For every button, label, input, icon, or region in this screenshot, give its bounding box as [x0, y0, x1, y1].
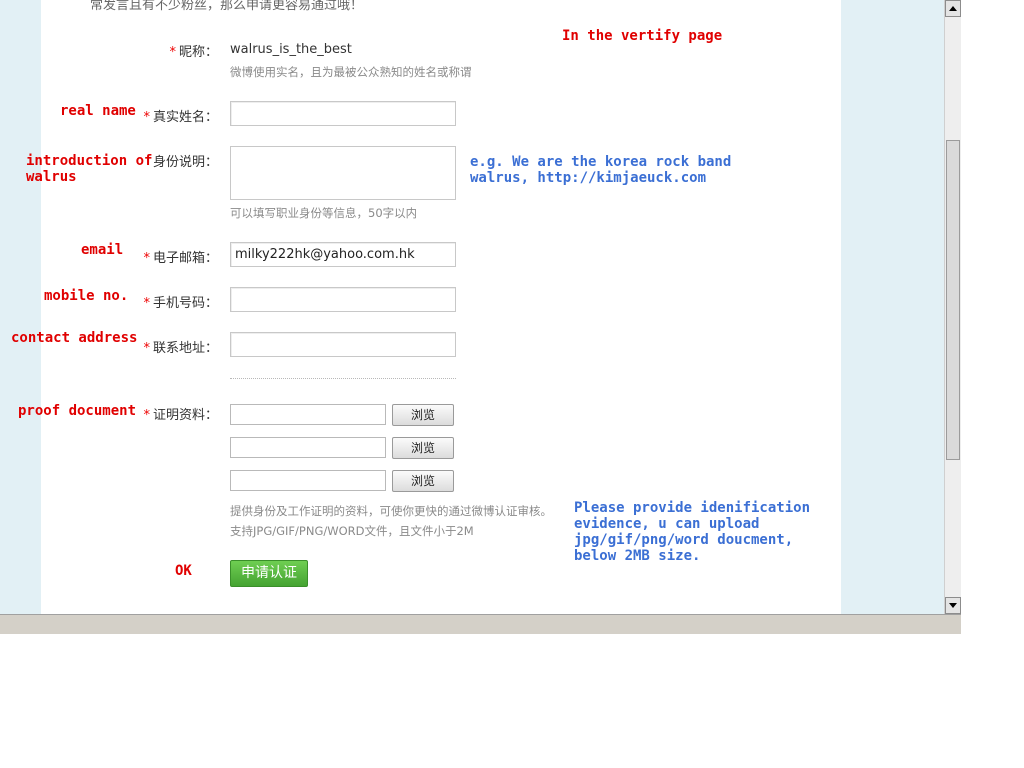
annotation-proof-line1: Please provide idenification	[574, 500, 811, 516]
annotation-vertify-page: In the vertify page	[562, 28, 723, 44]
proof-file-input-3[interactable]	[230, 470, 386, 491]
required-marker: *	[143, 408, 150, 423]
email-input[interactable]: milky222hk@yahoo.com.hk	[230, 242, 456, 267]
annotation-intro-line2: walrus	[26, 169, 77, 185]
vertical-scrollbar[interactable]	[944, 0, 961, 614]
required-marker: *	[143, 251, 150, 266]
scrollbar-thumb[interactable]	[946, 140, 960, 460]
mobile-input[interactable]	[230, 287, 456, 312]
window-bottom-bar	[0, 614, 961, 634]
annotation-example-line1: e.g. We are the korea rock band	[470, 154, 732, 170]
annotation-proof-line4: below 2MB size.	[574, 548, 701, 564]
browse-button-3[interactable]: 浏览	[392, 470, 454, 492]
annotation-ok: OK	[175, 563, 192, 579]
annotation-mobile: mobile no.	[44, 288, 129, 304]
annotation-real-name: real name	[60, 103, 136, 119]
required-marker: *	[143, 110, 150, 125]
address-input[interactable]	[230, 332, 456, 357]
required-marker: *	[143, 296, 150, 311]
identity-textarea[interactable]	[230, 146, 456, 200]
required-marker: *	[169, 45, 176, 60]
submit-verification-button[interactable]: 申请认证	[230, 560, 308, 587]
proof-file-input-1[interactable]	[230, 404, 386, 425]
proof-file-input-2[interactable]	[230, 437, 386, 458]
browse-button-1[interactable]: 浏览	[392, 404, 454, 426]
browser-viewport: 常发言且有不少粉丝，那么申请更容易通过哦！ * 昵称： walrus_is_the…	[0, 0, 944, 614]
annotation-email: email	[81, 242, 124, 258]
proof-hint-1: 提供身份及工作证明的资料，可使你更快的通过微博认证审核。	[230, 504, 552, 518]
real-name-input[interactable]	[230, 101, 456, 126]
nickname-value: walrus_is_the_best	[230, 42, 352, 57]
section-divider	[230, 378, 456, 379]
browse-button-2[interactable]: 浏览	[392, 437, 454, 459]
scroll-up-arrow-glyph	[949, 6, 957, 11]
intro-text-cut: 常发言且有不少粉丝，那么申请更容易通过哦！	[90, 0, 364, 13]
proof-hint-2: 支持JPG/GIF/PNG/WORD文件，且文件小于2M	[230, 524, 474, 538]
annotation-proof: proof document	[18, 403, 137, 419]
email-label: * 电子邮箱：	[143, 251, 218, 266]
annotation-example-line2: walrus, http://kimjaeuck.com	[470, 170, 707, 186]
annotation-proof-line2: evidence, u can upload	[574, 516, 760, 532]
scroll-up-arrow-icon[interactable]	[945, 0, 961, 17]
annotation-proof-line3: jpg/gif/png/word doucment,	[574, 532, 794, 548]
required-marker: *	[143, 341, 150, 356]
scroll-down-arrow-icon[interactable]	[945, 597, 961, 614]
nickname-label: * 昵称：	[169, 45, 218, 60]
scroll-down-arrow-glyph	[949, 603, 957, 608]
annotation-address: contact address	[11, 330, 138, 346]
identity-hint: 可以填写职业身份等信息，50字以内	[230, 206, 418, 220]
nickname-hint: 微博使用实名，且为最被公众熟知的姓名或称谓	[230, 65, 472, 79]
annotation-intro-line1: introduction of	[26, 153, 153, 169]
